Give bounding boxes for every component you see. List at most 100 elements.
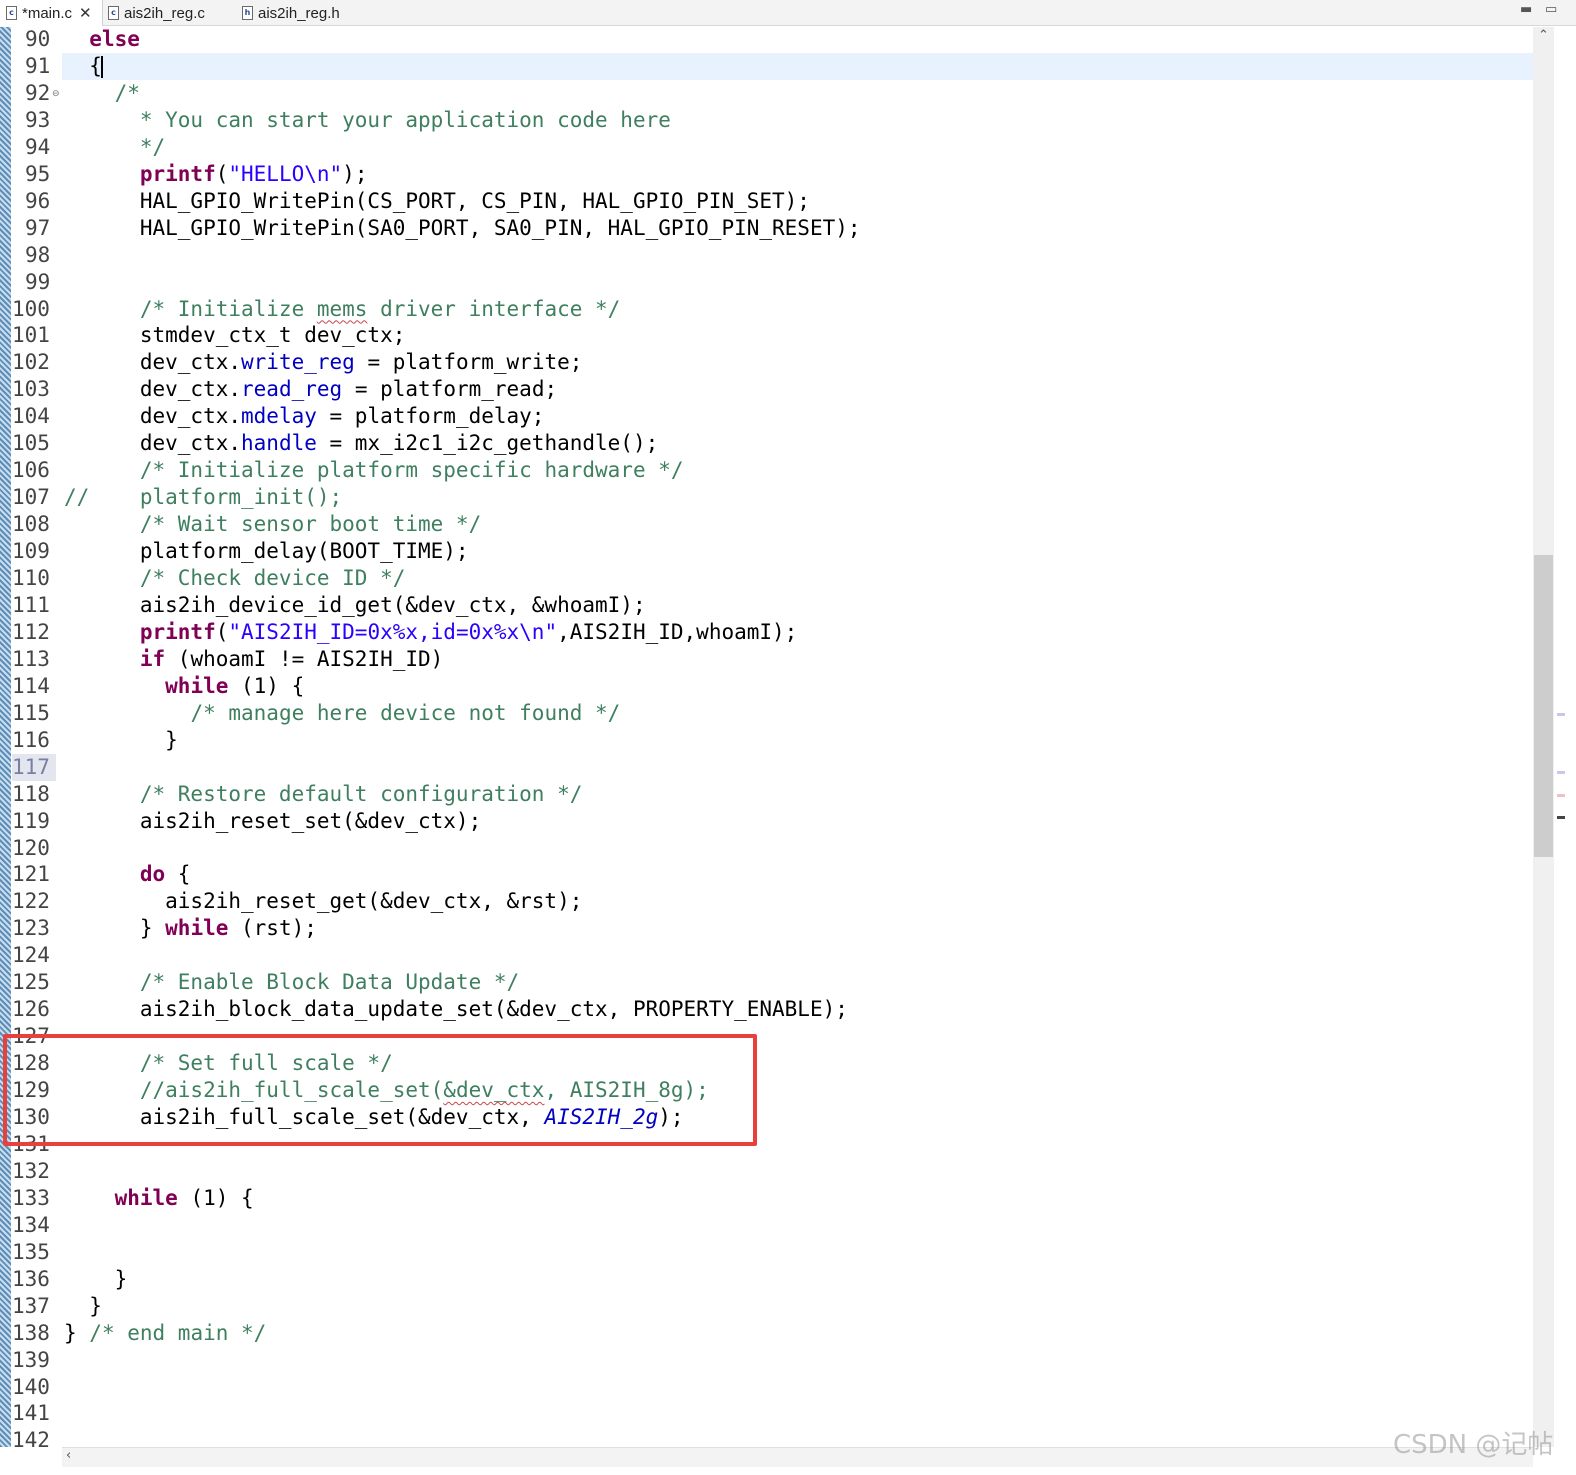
code-line: ais2ih_block_data_update_set(&dev_ctx, P…: [64, 996, 848, 1023]
line-number: 113: [12, 646, 50, 671]
code-token: * You can start your application code he…: [139, 107, 671, 132]
line-number: 117: [12, 753, 56, 781]
vertical-scrollbar-thumb[interactable]: [1534, 555, 1553, 857]
maximize-icon[interactable]: ▭: [1545, 2, 1557, 17]
code-token: ais2ih_reset_get(&dev_ctx, &rst);: [64, 889, 583, 914]
code-token: /* Wait sensor boot time */: [139, 512, 482, 537]
code-line: dev_ctx.read_reg = platform_read;: [64, 376, 557, 403]
code-token: = mx_i2c1_i2c_gethandle();: [316, 431, 659, 456]
line-number: 120: [12, 835, 50, 860]
code-token: mems: [316, 296, 368, 321]
code-token: }: [64, 727, 178, 752]
line-number: 99: [25, 269, 51, 294]
code-token: read_reg: [241, 377, 343, 402]
line-number: 96: [25, 188, 51, 213]
line-number: 111: [12, 592, 50, 617]
code-token: printf: [139, 619, 216, 644]
line-number: 97: [25, 215, 51, 240]
code-token: {: [64, 53, 102, 78]
line-number: 94: [25, 134, 51, 159]
code-token: dev_ctx.: [64, 350, 242, 375]
line-number: 132: [12, 1158, 50, 1183]
code-line: printf("AIS2IH_ID=0x%x,id=0x%x\n",AIS2IH…: [64, 619, 797, 646]
code-token: (1) {: [228, 673, 305, 698]
code-token: while: [165, 916, 229, 941]
code-line: /* Initialize mems driver interface */: [64, 296, 620, 323]
code-line: /* Initialize platform specific hardware…: [64, 457, 684, 484]
line-number: 92: [25, 80, 51, 105]
close-icon[interactable]: ✕: [79, 4, 92, 22]
header-file-icon: h: [242, 6, 253, 20]
red-annotation-box: [3, 1034, 757, 1146]
code-line: } /* end main */: [64, 1320, 266, 1347]
tab-main-c[interactable]: c *main.c ✕: [0, 0, 103, 26]
code-token: else: [89, 27, 140, 51]
code-token: /* Check device ID */: [139, 566, 406, 590]
code-token: "AIS2IH_ID=0x%x,id=0x%x\n": [228, 619, 558, 644]
scroll-up-icon[interactable]: ⌃: [1538, 28, 1549, 43]
code-token: write_reg: [241, 350, 355, 375]
editor-tab-bar: c *main.c ✕ c ais2ih_reg.c h ais2ih_reg.…: [0, 0, 1576, 26]
code-line: if (whoamI != AIS2IH_ID): [64, 646, 443, 673]
code-token: /* Initialize: [139, 296, 317, 321]
code-token: mdelay: [241, 404, 317, 429]
code-line: HAL_GPIO_WritePin(SA0_PORT, SA0_PIN, HAL…: [64, 215, 861, 242]
tab-ais2ih-reg-h[interactable]: h ais2ih_reg.h: [242, 0, 367, 26]
code-token: handle: [241, 431, 317, 456]
overview-marker: [1557, 713, 1565, 716]
minimize-icon[interactable]: ▬: [1520, 2, 1532, 17]
code-token: (1) {: [177, 1185, 254, 1210]
code-token: ais2ih_device_id_get(&dev_ctx, &whoamI);: [64, 592, 646, 617]
code-token: /* Initialize platform specific hardware…: [139, 458, 684, 483]
code-token: }: [64, 1320, 90, 1345]
code-token: }: [64, 1266, 128, 1291]
code-token: (whoamI != AIS2IH_ID): [165, 646, 444, 671]
c-source-file-icon: c: [108, 6, 119, 20]
code-line: } while (rst);: [64, 915, 317, 942]
line-number: 114: [12, 673, 50, 698]
code-line: /* Wait sensor boot time */: [64, 511, 481, 538]
line-number: 107: [12, 485, 50, 510]
code-token: {: [165, 862, 191, 887]
fold-collapse-icon[interactable]: ⊖: [52, 89, 60, 99]
code-line: /* Restore default configuration */: [64, 781, 583, 808]
code-line: }: [64, 1293, 102, 1320]
horizontal-scrollbar[interactable]: [62, 1447, 1533, 1467]
line-number: 116: [12, 727, 50, 752]
scroll-left-icon[interactable]: ‹: [66, 1448, 71, 1463]
code-token: /* Enable Block Data Update */: [139, 970, 520, 995]
code-token: ais2ih_block_data_update_set(&dev_ctx, P…: [64, 997, 848, 1022]
code-line: else: [64, 26, 140, 53]
code-token: do: [139, 862, 166, 887]
code-token: /* Restore default configuration */: [139, 781, 583, 806]
code-line: */: [64, 134, 165, 161]
line-number: 137: [12, 1293, 50, 1318]
line-number: 123: [12, 916, 50, 941]
tab-ais2ih-reg-c[interactable]: c ais2ih_reg.c: [108, 0, 233, 26]
code-line: {: [64, 53, 102, 80]
code-token: // platform_init();: [64, 485, 343, 510]
overview-marker: [1557, 816, 1565, 819]
watermark: CSDN @记帖: [1393, 1430, 1554, 1460]
code-line: stmdev_ctx_t dev_ctx;: [64, 322, 406, 349]
gutter-change-stripe: [0, 27, 11, 1447]
line-number: 105: [12, 431, 50, 456]
line-number: 93: [25, 107, 51, 132]
line-number: 121: [12, 862, 50, 887]
code-line: dev_ctx.write_reg = platform_write;: [64, 349, 583, 376]
code-token: (: [215, 161, 229, 186]
code-token: HAL_GPIO_WritePin(CS_PORT, CS_PIN, HAL_G…: [64, 188, 810, 213]
line-number: 104: [12, 404, 50, 429]
code-line: /* Check device ID */: [64, 565, 406, 592]
